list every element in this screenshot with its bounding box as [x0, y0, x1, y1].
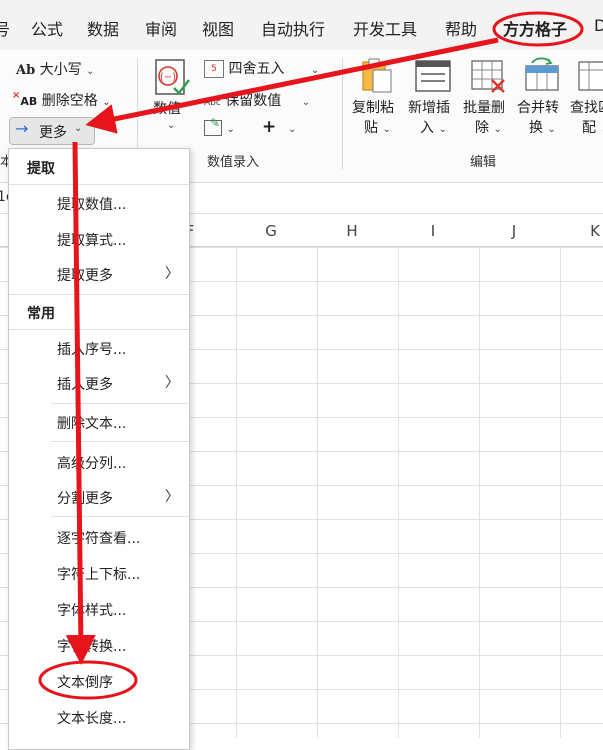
case-button[interactable]: Ab 大小写 ⌄	[16, 59, 94, 79]
menu-separator	[51, 516, 189, 517]
ribbon-tab-bar: 号 公式 数据 审阅 视图 自动执行 开发工具 帮助 方方格子 D	[0, 0, 603, 50]
delete-grid-icon	[471, 60, 505, 93]
tab-review[interactable]: 审阅	[145, 16, 177, 40]
merge-table-icon	[525, 57, 559, 91]
column-header-j[interactable]: J	[504, 222, 524, 240]
column-header-i[interactable]: I	[423, 222, 443, 240]
tab-data[interactable]: 数据	[87, 16, 119, 40]
menu-section-common: 常用	[27, 306, 55, 322]
tab-formulas[interactable]: 公式	[31, 16, 63, 40]
chevron-down-icon: ⌄	[288, 124, 297, 135]
tab-help[interactable]: 帮助	[445, 16, 477, 40]
chevron-right-icon: 〉	[165, 266, 179, 282]
chevron-down-icon: ⌄	[310, 65, 320, 76]
menu-separator	[9, 184, 189, 185]
tab-developer[interactable]: 开发工具	[353, 16, 417, 40]
delete-space-icon: ×AB	[12, 90, 38, 108]
round-button[interactable]: 5 四舍五入 ⌄	[204, 58, 319, 78]
chevron-right-icon: 〉	[165, 489, 179, 505]
delete-space-button[interactable]: ×AB 删除空格 ⌄	[12, 90, 111, 110]
batch-delete-button[interactable]: 批量删 除 ⌄	[463, 56, 513, 146]
tab-partial[interactable]: 号	[0, 16, 10, 40]
menu-separator	[9, 294, 189, 295]
numeric-icon: (−)	[155, 59, 190, 95]
group-divider	[342, 58, 343, 170]
menu-section-extract: 提取	[27, 161, 55, 177]
chevron-right-icon: 〉	[165, 375, 179, 391]
merge-convert-button[interactable]: 合并转 换 ⌄	[517, 56, 567, 146]
edit-icon: ✎	[204, 116, 222, 136]
chevron-down-icon: ⌄	[86, 66, 95, 77]
numeric-button[interactable]: (−) 数值 ⌄	[152, 58, 196, 138]
insert-rows-icon	[415, 60, 451, 92]
group-label-edit: 编辑	[470, 155, 497, 170]
more-button[interactable]: → 更多 ⌄	[9, 117, 95, 145]
find-table-icon	[578, 61, 603, 91]
tab-automate[interactable]: 自动执行	[261, 16, 325, 40]
tab-fangfanggezi[interactable]: 方方格子	[503, 16, 567, 40]
chevron-down-icon: ⌄	[226, 124, 235, 135]
edit-value-button[interactable]: ✎ ⌄	[204, 116, 235, 136]
chevron-down-icon: ⌄	[301, 97, 311, 108]
chevron-down-icon: ⌄	[167, 120, 176, 131]
column-header-k[interactable]: K	[585, 222, 603, 240]
plus-button[interactable]: + ⌄	[262, 117, 297, 137]
chevron-down-icon: ⌄	[74, 123, 83, 134]
group-label-numeric: 数值录入	[207, 155, 260, 170]
menu-separator	[51, 441, 189, 442]
round-icon: 5	[204, 60, 224, 78]
menu-separator	[51, 403, 189, 404]
column-header-g[interactable]: G	[261, 222, 281, 240]
keep-value-button[interactable]: Abc 保留数值 ⌄	[204, 90, 310, 110]
keep-value-icon: Abc	[204, 98, 221, 108]
plus-icon: +	[262, 117, 277, 137]
case-icon: Ab	[16, 63, 36, 78]
tab-partial-right[interactable]: D	[594, 16, 603, 35]
svg-text:(−): (−)	[160, 72, 176, 83]
clipboard-icon	[362, 58, 392, 93]
copy-paste-button[interactable]: 复制粘 贴 ⌄	[352, 56, 402, 146]
find-match-button[interactable]: 查找匹 配 ⌄	[570, 56, 603, 146]
column-header-h[interactable]: H	[342, 222, 362, 240]
arrow-right-icon: →	[15, 119, 29, 138]
chevron-down-icon: ⌄	[102, 97, 111, 108]
tab-view[interactable]: 视图	[202, 16, 234, 40]
menu-separator	[9, 329, 189, 330]
more-dropdown-menu: 提取 提取数值... 提取算式... 提取更多〉 常用 插入序号... 插入更多…	[8, 148, 190, 750]
insert-new-button[interactable]: 新增插 入 ⌄	[408, 56, 458, 146]
